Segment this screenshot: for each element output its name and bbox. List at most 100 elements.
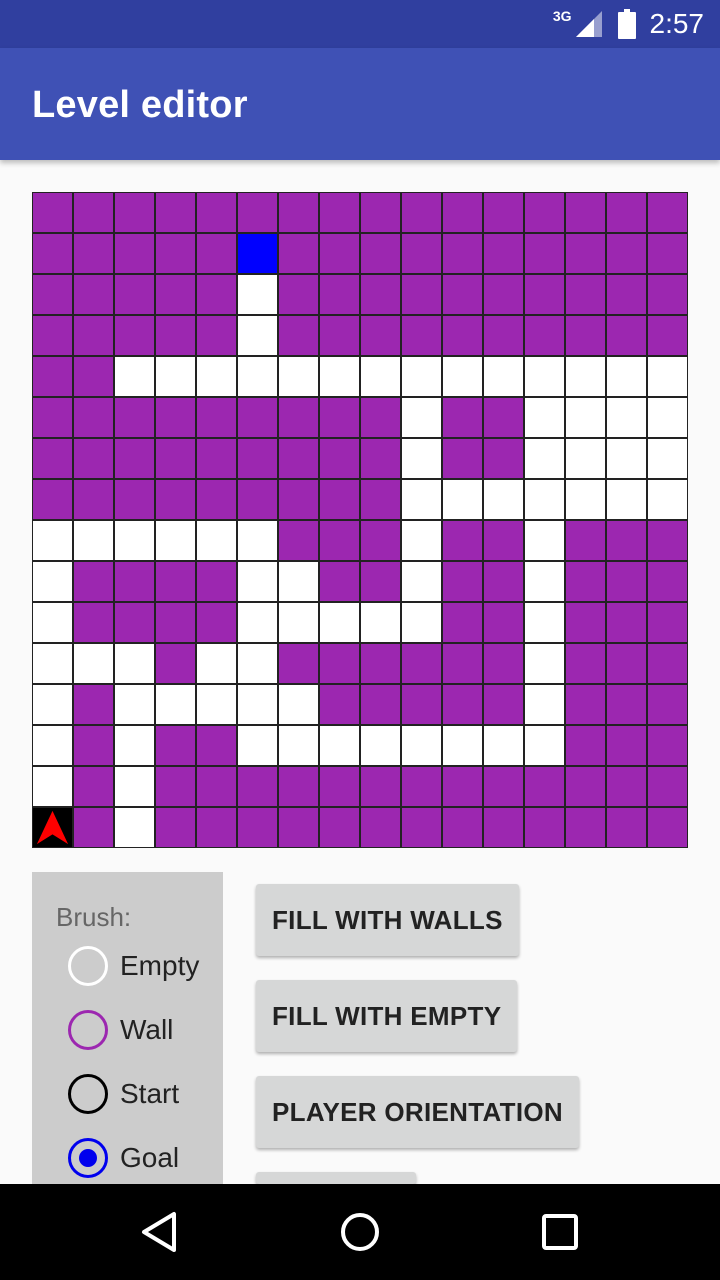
- maze-cell-empty[interactable]: [237, 315, 278, 356]
- maze-cell-wall[interactable]: [32, 192, 73, 233]
- maze-cell-goal[interactable]: [237, 233, 278, 274]
- maze-cell-wall[interactable]: [73, 356, 114, 397]
- maze-cell-wall[interactable]: [606, 725, 647, 766]
- maze-cell-wall[interactable]: [319, 766, 360, 807]
- maze-cell-wall[interactable]: [565, 315, 606, 356]
- maze-cell-empty[interactable]: [524, 438, 565, 479]
- maze-cell-wall[interactable]: [565, 274, 606, 315]
- maze-cell-wall[interactable]: [237, 438, 278, 479]
- maze-cell-wall[interactable]: [524, 233, 565, 274]
- brush-option-start[interactable]: Start: [68, 1070, 179, 1118]
- maze-cell-empty[interactable]: [647, 479, 688, 520]
- brush-option-wall[interactable]: Wall: [68, 1006, 173, 1054]
- maze-cell-wall[interactable]: [196, 192, 237, 233]
- maze-cell-wall[interactable]: [483, 438, 524, 479]
- maze-cell-empty[interactable]: [114, 643, 155, 684]
- maze-cell-wall[interactable]: [647, 643, 688, 684]
- maze-cell-wall[interactable]: [483, 520, 524, 561]
- maze-cell-empty[interactable]: [401, 438, 442, 479]
- maze-cell-empty[interactable]: [401, 397, 442, 438]
- maze-cell-wall[interactable]: [73, 315, 114, 356]
- maze-cell-wall[interactable]: [278, 766, 319, 807]
- maze-cell-wall[interactable]: [196, 807, 237, 848]
- maze-cell-empty[interactable]: [524, 725, 565, 766]
- maze-cell-empty[interactable]: [32, 520, 73, 561]
- maze-cell-empty[interactable]: [155, 520, 196, 561]
- player-orientation-button[interactable]: PLAYER ORIENTATION: [256, 1076, 579, 1148]
- maze-cell-empty[interactable]: [114, 725, 155, 766]
- maze-cell-wall[interactable]: [319, 479, 360, 520]
- maze-cell-wall[interactable]: [278, 233, 319, 274]
- maze-cell-wall[interactable]: [278, 520, 319, 561]
- maze-cell-wall[interactable]: [360, 274, 401, 315]
- maze-cell-wall[interactable]: [319, 520, 360, 561]
- maze-cell-wall[interactable]: [278, 438, 319, 479]
- maze-cell-wall[interactable]: [442, 192, 483, 233]
- maze-cell-empty[interactable]: [565, 356, 606, 397]
- home-icon[interactable]: [336, 1208, 384, 1256]
- maze-cell-wall[interactable]: [114, 602, 155, 643]
- maze-cell-empty[interactable]: [360, 725, 401, 766]
- maze-cell-wall[interactable]: [73, 274, 114, 315]
- maze-cell-wall[interactable]: [483, 397, 524, 438]
- maze-cell-wall[interactable]: [647, 684, 688, 725]
- maze-cell-wall[interactable]: [442, 684, 483, 725]
- maze-cell-wall[interactable]: [196, 766, 237, 807]
- maze-cell-wall[interactable]: [319, 643, 360, 684]
- maze-cell-wall[interactable]: [319, 397, 360, 438]
- maze-cell-wall[interactable]: [606, 602, 647, 643]
- maze-cell-wall[interactable]: [196, 397, 237, 438]
- maze-cell-empty[interactable]: [360, 356, 401, 397]
- maze-cell-empty[interactable]: [647, 356, 688, 397]
- maze-cell-empty[interactable]: [237, 602, 278, 643]
- maze-cell-wall[interactable]: [114, 438, 155, 479]
- maze-cell-wall[interactable]: [647, 520, 688, 561]
- maze-cell-wall[interactable]: [606, 561, 647, 602]
- maze-cell-empty[interactable]: [278, 725, 319, 766]
- maze-cell-empty[interactable]: [73, 520, 114, 561]
- maze-cell-wall[interactable]: [401, 274, 442, 315]
- maze-cell-wall[interactable]: [32, 397, 73, 438]
- maze-cell-wall[interactable]: [73, 561, 114, 602]
- maze-cell-empty[interactable]: [319, 356, 360, 397]
- maze-cell-empty[interactable]: [32, 766, 73, 807]
- maze-cell-wall[interactable]: [565, 725, 606, 766]
- maze-cell-wall[interactable]: [606, 807, 647, 848]
- maze-cell-wall[interactable]: [606, 233, 647, 274]
- maze-cell-empty[interactable]: [237, 274, 278, 315]
- brush-option-empty[interactable]: Empty: [68, 942, 199, 990]
- maze-cell-empty[interactable]: [606, 479, 647, 520]
- maze-cell-empty[interactable]: [360, 602, 401, 643]
- maze-cell-empty[interactable]: [483, 356, 524, 397]
- maze-cell-wall[interactable]: [73, 807, 114, 848]
- maze-cell-empty[interactable]: [237, 356, 278, 397]
- maze-cell-wall[interactable]: [73, 602, 114, 643]
- maze-cell-wall[interactable]: [278, 192, 319, 233]
- maze-cell-wall[interactable]: [606, 192, 647, 233]
- maze-cell-empty[interactable]: [319, 602, 360, 643]
- maze-cell-empty[interactable]: [196, 356, 237, 397]
- back-icon[interactable]: [136, 1208, 184, 1256]
- maze-cell-wall[interactable]: [237, 807, 278, 848]
- maze-cell-empty[interactable]: [565, 438, 606, 479]
- maze-cell-wall[interactable]: [565, 233, 606, 274]
- maze-cell-wall[interactable]: [647, 807, 688, 848]
- maze-cell-wall[interactable]: [442, 643, 483, 684]
- maze-cell-empty[interactable]: [319, 725, 360, 766]
- maze-cell-wall[interactable]: [155, 479, 196, 520]
- maze-cell-empty[interactable]: [237, 520, 278, 561]
- maze-cell-start[interactable]: [32, 807, 73, 848]
- maze-cell-wall[interactable]: [442, 233, 483, 274]
- maze-cell-wall[interactable]: [114, 397, 155, 438]
- maze-cell-wall[interactable]: [196, 274, 237, 315]
- maze-cell-wall[interactable]: [647, 233, 688, 274]
- maze-cell-wall[interactable]: [524, 807, 565, 848]
- maze-cell-wall[interactable]: [401, 643, 442, 684]
- maze-cell-empty[interactable]: [278, 561, 319, 602]
- maze-cell-wall[interactable]: [483, 561, 524, 602]
- maze-cell-empty[interactable]: [278, 684, 319, 725]
- maze-cell-empty[interactable]: [32, 725, 73, 766]
- maze-cell-wall[interactable]: [483, 684, 524, 725]
- maze-cell-wall[interactable]: [606, 766, 647, 807]
- maze-cell-wall[interactable]: [278, 807, 319, 848]
